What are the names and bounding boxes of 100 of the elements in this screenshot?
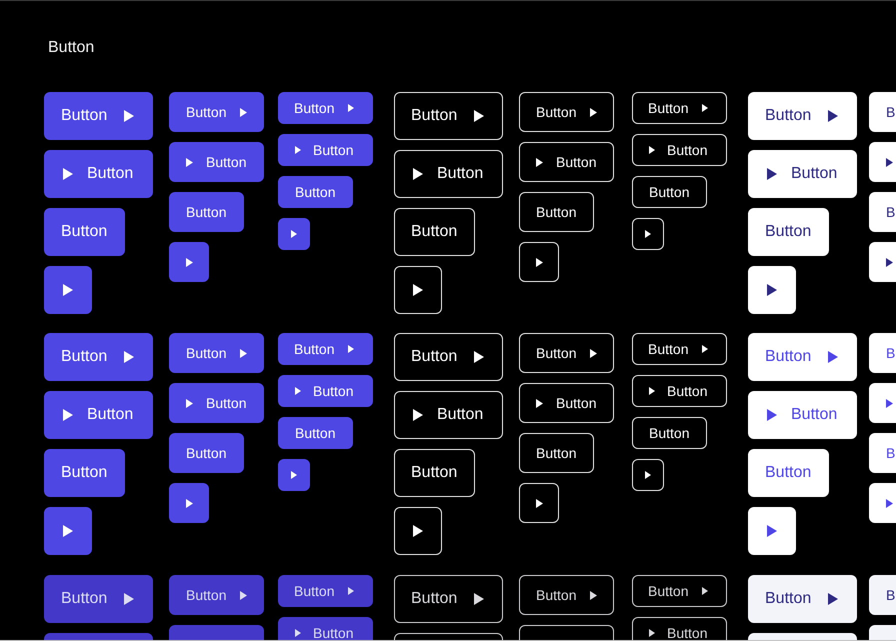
primary-button[interactable]: Button [169, 92, 264, 132]
secondary-button[interactable]: B [869, 333, 896, 373]
secondary-button[interactable]: Button [748, 449, 829, 497]
outline-button[interactable]: Button [632, 92, 727, 124]
primary-button[interactable]: Button [169, 433, 244, 473]
primary-button[interactable]: Button [278, 375, 373, 407]
play-icon [413, 525, 423, 537]
primary-button[interactable]: Button [278, 333, 373, 365]
play-icon [413, 168, 423, 180]
primary-button[interactable]: Button [278, 617, 373, 641]
outline-button[interactable]: Button [394, 92, 503, 140]
play-icon [186, 498, 192, 508]
secondary-play-button[interactable] [748, 507, 796, 555]
outline-button[interactable]: Button [394, 575, 503, 623]
outline-button[interactable]: Button [632, 176, 707, 208]
play-icon [348, 104, 354, 112]
outline-button[interactable]: Button [519, 92, 614, 132]
play-icon [348, 587, 354, 595]
secondary-button[interactable]: B [869, 92, 896, 132]
play-icon [63, 284, 73, 296]
play-icon [590, 348, 598, 358]
primary-play-button[interactable] [44, 266, 92, 314]
primary-button[interactable]: Button [278, 134, 373, 166]
primary-button[interactable]: Button [44, 333, 153, 381]
secondary-button[interactable]: Button [748, 575, 857, 623]
primary-button[interactable]: Button [44, 391, 153, 439]
play-icon [124, 351, 134, 363]
play-icon [886, 258, 892, 266]
play-icon [413, 284, 423, 296]
primary-button[interactable]: Button [278, 92, 373, 124]
outline-button[interactable]: Button [394, 208, 475, 256]
secondary-play-button[interactable] [748, 266, 796, 314]
secondary-button[interactable]: Button [748, 333, 857, 381]
outline-button[interactable]: Button [632, 617, 727, 641]
secondary-button[interactable]: B [869, 575, 896, 615]
outline-play-button[interactable] [394, 507, 442, 555]
primary-button[interactable]: Button [278, 176, 353, 208]
outline-button[interactable]: Button [519, 433, 594, 473]
play-icon [702, 587, 708, 595]
primary-button[interactable]: Button [278, 417, 353, 449]
outline-button[interactable]: Button [519, 383, 614, 423]
outline-play-button[interactable] [394, 266, 442, 314]
outline-button[interactable]: Button [519, 192, 594, 232]
play-icon [649, 629, 655, 637]
play-icon [702, 104, 708, 112]
secondary-button[interactable]: Button [748, 391, 857, 439]
outline-play-button[interactable] [519, 483, 559, 523]
play-icon [474, 593, 484, 605]
play-icon [828, 110, 838, 122]
outline-button[interactable]: Button [632, 575, 727, 607]
primary-button[interactable]: Button [44, 575, 153, 623]
play-icon [702, 345, 708, 353]
secondary-button[interactable]: B [869, 433, 896, 473]
outline-button[interactable]: Button [394, 150, 503, 198]
outline-button[interactable]: Button [632, 333, 727, 365]
outline-play-button[interactable] [519, 242, 559, 282]
play-icon [536, 398, 543, 408]
play-icon [295, 629, 301, 637]
outline-button[interactable]: Button [519, 575, 614, 615]
outline-button[interactable]: Button [632, 417, 707, 449]
outline-button[interactable]: Button [394, 333, 503, 381]
outline-button[interactable]: Button [632, 375, 727, 407]
play-icon [240, 348, 248, 358]
primary-button[interactable]: Button [169, 333, 264, 373]
play-icon [474, 110, 484, 122]
primary-button[interactable]: Button [169, 192, 244, 232]
play-icon [767, 525, 777, 537]
primary-play-button[interactable] [278, 218, 310, 250]
secondary-button[interactable]: Button [748, 150, 857, 198]
primary-play-button[interactable] [44, 507, 92, 555]
primary-button[interactable]: Button [44, 150, 153, 198]
secondary-button[interactable]: B [869, 192, 896, 232]
primary-button[interactable]: Button [169, 575, 264, 615]
secondary-button[interactable]: Button [748, 92, 857, 140]
primary-button[interactable]: Button [44, 208, 125, 256]
primary-button[interactable]: Button [44, 92, 153, 140]
play-icon [645, 471, 651, 479]
outline-button[interactable]: Button [632, 134, 727, 166]
outline-button[interactable]: Button [519, 333, 614, 373]
outline-button[interactable]: Button [519, 142, 614, 182]
play-icon [886, 398, 893, 408]
play-icon [291, 230, 297, 238]
play-icon [886, 498, 892, 508]
outline-button[interactable]: Button [394, 449, 475, 497]
play-icon [828, 351, 838, 363]
outline-button[interactable]: Button [394, 391, 503, 439]
play-icon [536, 158, 543, 166]
play-icon [124, 110, 134, 122]
play-icon [295, 387, 301, 395]
play-icon [590, 108, 598, 116]
primary-play-button[interactable] [278, 459, 310, 491]
primary-button[interactable]: Button [169, 142, 264, 182]
outline-play-button[interactable] [632, 459, 664, 491]
outline-play-button[interactable] [632, 218, 664, 250]
primary-button[interactable]: Button [278, 575, 373, 607]
primary-button[interactable]: Button [44, 449, 125, 497]
secondary-button[interactable]: Button [748, 208, 829, 256]
play-icon [186, 398, 193, 408]
primary-button[interactable]: Button [169, 383, 264, 423]
play-icon [649, 146, 655, 154]
